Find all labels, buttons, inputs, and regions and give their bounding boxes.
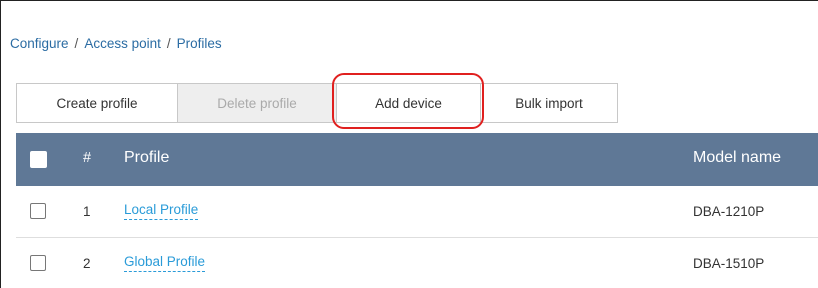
- column-header-model-name[interactable]: Model name: [693, 149, 781, 167]
- breadcrumb-item-profiles: Profiles: [176, 36, 222, 51]
- profiles-table: # Profile Model name 1 Local Profile DBA…: [16, 133, 818, 288]
- breadcrumb-item-access-point[interactable]: Access point: [84, 36, 161, 51]
- profile-link[interactable]: Local Profile: [124, 202, 199, 220]
- row-checkbox[interactable]: [30, 203, 46, 219]
- table-header: # Profile Model name: [16, 133, 818, 186]
- add-device-highlight-annotation: [332, 73, 484, 129]
- create-profile-button[interactable]: Create profile: [16, 83, 178, 123]
- column-header-number: #: [83, 150, 92, 166]
- breadcrumb-separator: /: [74, 36, 79, 51]
- table-row: 1 Local Profile DBA-1210P: [16, 186, 818, 238]
- breadcrumb-item-configure[interactable]: Configure: [10, 36, 69, 51]
- bulk-import-button[interactable]: Bulk import: [480, 83, 618, 123]
- row-number: 2: [83, 256, 91, 271]
- profile-toolbar: Create profile Delete profile Add device…: [16, 83, 618, 123]
- select-all-checkbox[interactable]: [30, 151, 47, 168]
- model-name-cell: DBA-1210P: [693, 204, 765, 219]
- table-row: 2 Global Profile DBA-1510P: [16, 238, 818, 288]
- delete-profile-button: Delete profile: [177, 83, 337, 123]
- breadcrumb: Configure / Access point / Profiles: [10, 36, 222, 51]
- window-frame-top: [0, 0, 818, 1]
- row-number: 1: [83, 204, 91, 219]
- breadcrumb-separator: /: [166, 36, 171, 51]
- window-frame-left: [0, 0, 1, 288]
- column-header-profile[interactable]: Profile: [124, 149, 169, 167]
- profile-link[interactable]: Global Profile: [124, 254, 206, 272]
- row-checkbox[interactable]: [30, 255, 46, 271]
- model-name-cell: DBA-1510P: [693, 256, 765, 271]
